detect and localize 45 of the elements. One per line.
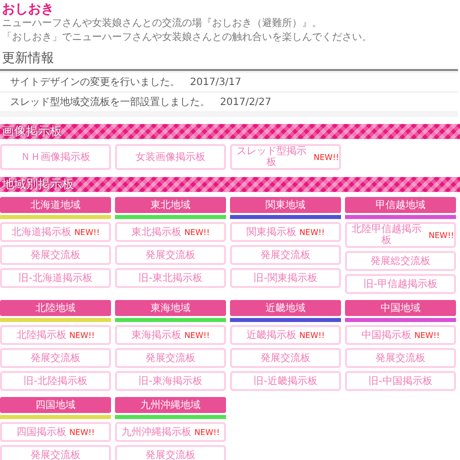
update-item: スレッド型地域交流板を一部設置しました。 2017/2/27 (0, 93, 458, 111)
region-header: 九州沖縄地域 (115, 397, 226, 413)
board-link[interactable]: 旧-甲信越掲示板 (345, 274, 456, 294)
board-link[interactable]: 発展交流板 (345, 348, 456, 368)
region-header: 中国地域 (345, 300, 456, 316)
board-link[interactable]: 女装画像掲示板 (115, 144, 226, 170)
region-header: 甲信越地域 (345, 197, 456, 213)
board-link[interactable]: ＮＨ画像掲示板 (0, 144, 111, 170)
board-link[interactable]: 旧-東海掲示板 (115, 371, 226, 391)
region-header: 東北地域 (115, 197, 226, 213)
board-link[interactable]: 九州沖縄掲示板 NEW!! (115, 422, 226, 442)
board-link[interactable]: 東北掲示板 NEW!! (115, 222, 226, 242)
board-link[interactable]: 旧-中国掲示板 (345, 371, 456, 391)
board-link[interactable]: 旧-近畿掲示板 (230, 371, 341, 391)
board-link[interactable]: 北海道掲示板 NEW!! (0, 222, 111, 242)
site-description: ニューハーフさんや女装娘さんとの交流の場『おしおき（避難所）』。 (1, 17, 323, 31)
board-link[interactable]: 発展交流板 (230, 348, 341, 368)
board-link[interactable]: 発展交流板 (230, 245, 341, 265)
region-header: 北陸地域 (0, 300, 111, 316)
board-link[interactable]: 発展交流板 (115, 348, 226, 368)
board-link[interactable]: 近畿掲示板 NEW!! (230, 325, 341, 345)
section-heading: 更新情報 (1, 50, 55, 68)
site-description: 「おしおき」でニューハーフさんや女装娘さんとの触れ合いを楽しんでください。 (1, 31, 373, 45)
board-link[interactable]: 発展交流板 (115, 445, 226, 460)
region-header: 関東地域 (230, 197, 341, 213)
board-link[interactable]: 旧-北陸掲示板 (0, 371, 111, 391)
site-title: おしおき (1, 1, 55, 17)
region-header: 北海道地域 (0, 197, 111, 213)
board-link[interactable]: 旧-関東掲示板 (230, 268, 341, 288)
board-link[interactable]: 四国掲示板 NEW!! (0, 422, 111, 442)
board-link[interactable]: 発展総交流板 (345, 251, 456, 271)
region-header: 東海地域 (115, 300, 226, 316)
board-link[interactable]: 発展交流板 (0, 348, 111, 368)
board-link[interactable]: 中国掲示板 NEW!! (345, 325, 456, 345)
board-link[interactable]: 発展交流板 (0, 445, 111, 460)
board-link[interactable]: 旧-北海道掲示板 (0, 268, 111, 288)
board-link[interactable]: 発展交流板 (115, 245, 226, 265)
board-link[interactable]: 旧-東北掲示板 (115, 268, 226, 288)
region-header: 四国地域 (0, 397, 111, 413)
update-item: サイトデザインの変更を行いました。 2017/3/17 (0, 73, 458, 91)
board-link[interactable]: 北陸掲示板 NEW!! (0, 325, 111, 345)
board-link[interactable]: 東海掲示板 NEW!! (115, 325, 226, 345)
region-header: 近畿地域 (230, 300, 341, 316)
board-link[interactable]: 関東掲示板 NEW!! (230, 222, 341, 242)
board-link[interactable]: 発展交流板 (0, 245, 111, 265)
